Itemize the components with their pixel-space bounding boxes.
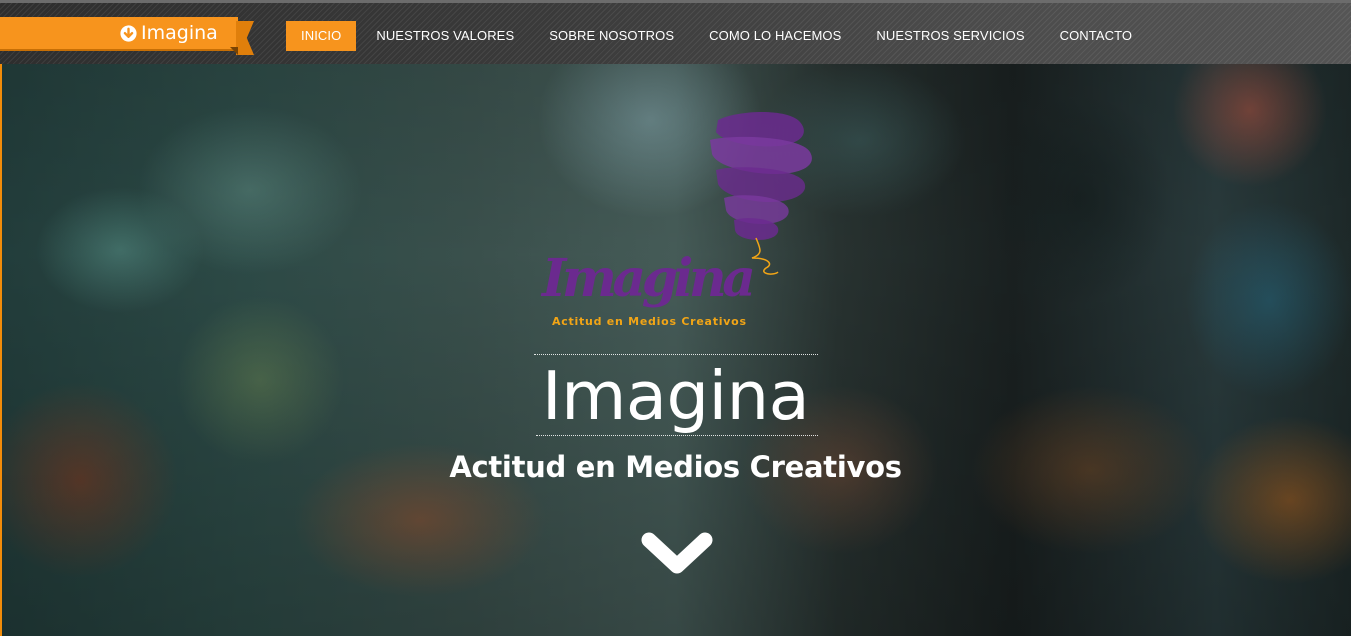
brand-ribbon-tail bbox=[236, 21, 254, 55]
nav-item-nuestros-valores[interactable]: NUESTROS VALORES bbox=[361, 21, 529, 51]
logo-tagline: Actitud en Medios Creativos bbox=[552, 315, 746, 328]
accent-edge bbox=[0, 64, 2, 636]
nav-item-inicio[interactable]: INICIO bbox=[286, 21, 357, 51]
circle-arrow-down-icon bbox=[120, 24, 137, 42]
chevron-down-icon[interactable] bbox=[640, 530, 714, 582]
nav-item-como-lo-hacemos[interactable]: COMO LO HACEMOS bbox=[694, 21, 856, 51]
imagina-logo: Imagina Actitud en Medios Creativos bbox=[540, 112, 812, 328]
hero-title: Imagina bbox=[541, 357, 810, 435]
logo-wordmark: Imagina bbox=[540, 248, 756, 309]
nav-item-contacto[interactable]: CONTACTO bbox=[1045, 21, 1148, 51]
title-rule-top bbox=[534, 354, 818, 355]
brand-link[interactable]: Imagina bbox=[120, 20, 218, 46]
main-menu: INICIO NUESTROS VALORES SOBRE NOSOTROS C… bbox=[286, 21, 1152, 51]
top-navbar: Imagina INICIO NUESTROS VALORES SOBRE NO… bbox=[0, 0, 1351, 64]
hero-subtitle: Actitud en Medios Creativos bbox=[449, 450, 902, 484]
title-rule-bottom bbox=[536, 435, 818, 436]
nav-item-nuestros-servicios[interactable]: NUESTROS SERVICIOS bbox=[861, 21, 1039, 51]
brand-name: Imagina bbox=[141, 22, 218, 44]
nav-item-sobre-nosotros[interactable]: SOBRE NOSOTROS bbox=[534, 21, 689, 51]
